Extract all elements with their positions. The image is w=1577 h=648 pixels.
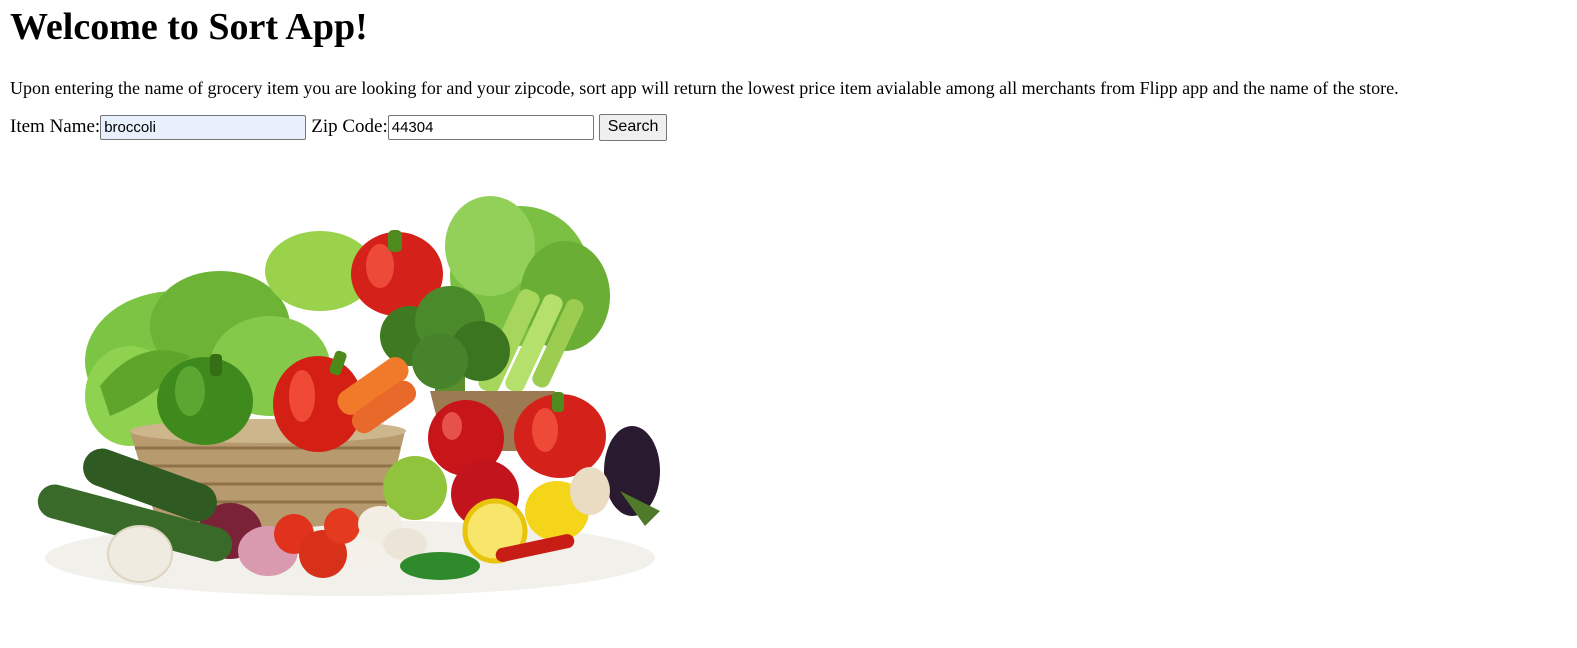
garlic	[107, 525, 173, 583]
vegetables-basket-image	[37, 196, 660, 596]
parsley	[400, 552, 480, 580]
zip-code-input[interactable]	[387, 114, 594, 140]
eggplant	[604, 426, 660, 526]
search-button[interactable]: Search	[598, 113, 668, 141]
item-name-input[interactable]	[100, 114, 307, 140]
page: Welcome to Sort App! Upon entering the n…	[0, 5, 1577, 141]
page-title: Welcome to Sort App!	[10, 6, 368, 48]
search-form: Item Name: Zip Code: Search	[10, 113, 1567, 141]
shallot	[570, 467, 610, 515]
page-description: Upon entering the name of grocery item y…	[10, 78, 1399, 98]
apple-highlight	[442, 412, 462, 440]
item-name-label: Item Name:	[10, 116, 101, 137]
zip-code-label: Zip Code:	[311, 116, 388, 137]
